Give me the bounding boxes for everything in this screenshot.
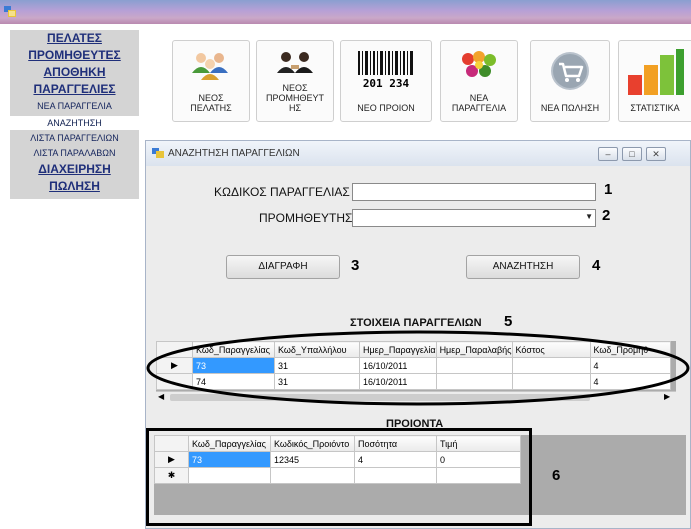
window-icon: [152, 148, 164, 161]
barcode-number: 201 234: [362, 77, 410, 90]
marker-6: 6: [552, 467, 561, 484]
produce-icon: [459, 49, 499, 84]
supplier-icon: [273, 49, 317, 82]
new-supplier-button[interactable]: ΝΕΟΣ ΠΡΟΜΗΘΕΥΤ ΗΣ: [256, 40, 334, 122]
order-code-input[interactable]: [352, 183, 596, 201]
new-customer-button[interactable]: ΝΕΟΣ ΠΕΛΑΤΗΣ: [172, 40, 250, 122]
new-sale-label: ΝΕΑ ΠΩΛΗΣΗ: [540, 103, 600, 113]
menu-item-orders[interactable]: ΠΑΡΑΓΓΕΛΙΕΣ: [10, 82, 139, 98]
menu-item-new-order[interactable]: ΝΕΑ ΠΑΡΑΓΓΕΛΙΑ: [10, 100, 139, 113]
delete-button[interactable]: ΔΙΑΓΡΑΦΗ: [226, 255, 340, 279]
menu-item-sale[interactable]: ΠΩΛΗΣΗ: [10, 179, 139, 195]
menu-item-receipts-list[interactable]: ΛΙΣΤΑ ΠΑΡΑΛΑΒΩΝ: [10, 147, 139, 160]
menu-item-orders-list[interactable]: ΛΙΣΤΑ ΠΑΡΑΓΓΕΛΙΩΝ: [10, 132, 139, 145]
marker-3: 3: [351, 257, 360, 274]
bar-chart-icon: [626, 49, 684, 98]
app-window-icon: [4, 5, 16, 17]
statistics-label: ΣΤΑΤΙΣΤΙΚΑ: [630, 103, 680, 113]
search-button[interactable]: ΑΝΑΖΗΤΗΣΗ: [466, 255, 580, 279]
menu-item-suppliers[interactable]: ΠΡΟΜΗΘΕΥΤΕΣ: [10, 48, 139, 64]
search-orders-window: ΑΝΑΖΗΤΗΣΗ ΠΑΡΑΓΓΕΛΙΩΝ – □ ✕ ΚΩΔΙΚΟΣ ΠΑΡΑ…: [145, 140, 691, 529]
people-icon: [189, 49, 233, 84]
menu-item-search[interactable]: ΑΝΑΖΗΤΗΣΗ: [10, 116, 139, 130]
supplier-label: ΠΡΟΜΗΘΕΥΤΗΣ: [259, 211, 353, 225]
new-order-label-2: ΠΑΡΑΓΓΕΛΙΑ: [451, 103, 507, 113]
side-menu: ΠΕΛΑΤΕΣ ΠΡΟΜΗΘΕΥΤΕΣ ΑΠΟΘΗΚΗ ΠΑΡΑΓΓΕΛΙΕΣ …: [10, 30, 139, 199]
menu-item-customers[interactable]: ΠΕΛΑΤΕΣ: [10, 31, 139, 47]
new-customer-label-1: ΝΕΟΣ: [198, 93, 224, 103]
new-order-button[interactable]: ΝΕΑ ΠΑΡΑΓΓΕΛΙΑ: [440, 40, 518, 122]
new-product-label: ΝΕΟ ΠΡΟΙΟΝ: [357, 103, 415, 113]
supplier-select[interactable]: ▼: [352, 209, 596, 227]
marker-4: 4: [592, 257, 601, 274]
marker-2: 2: [602, 207, 611, 224]
chevron-down-icon: ▼: [585, 212, 593, 221]
marker-1: 1: [604, 181, 613, 198]
cart-icon: [548, 51, 592, 94]
highlight-rectangle: [146, 428, 532, 526]
new-product-button[interactable]: 201 234 ΝΕΟ ΠΡΟΙΟΝ: [340, 40, 432, 122]
menu-item-management[interactable]: ΔΙΑΧΕΙΡΗΣΗ: [10, 162, 139, 178]
new-order-label-1: ΝΕΑ: [469, 93, 489, 103]
new-supplier-label-3: ΗΣ: [288, 103, 302, 113]
app-title-bar: [0, 0, 691, 24]
highlight-ellipse: [146, 330, 690, 406]
new-supplier-label-2: ΠΡΟΜΗΘΕΥΤ: [265, 93, 324, 103]
menu-item-warehouse[interactable]: ΑΠΟΘΗΚΗ: [10, 65, 139, 81]
statistics-button[interactable]: ΣΤΑΤΙΣΤΙΚΑ: [618, 40, 691, 122]
search-orders-title-bar: ΑΝΑΖΗΤΗΣΗ ΠΑΡΑΓΓΕΛΙΩΝ – □ ✕: [146, 141, 690, 166]
window-title: ΑΝΑΖΗΤΗΣΗ ΠΑΡΑΓΓΕΛΙΩΝ: [168, 148, 300, 159]
maximize-button[interactable]: □: [622, 147, 642, 161]
new-customer-label-2: ΠΕΛΑΤΗΣ: [190, 103, 232, 113]
new-sale-button[interactable]: ΝΕΑ ΠΩΛΗΣΗ: [530, 40, 610, 122]
close-button[interactable]: ✕: [646, 147, 666, 161]
order-code-label: ΚΩΔΙΚΟΣ ΠΑΡΑΓΓΕΛΙΑΣ: [214, 185, 350, 199]
minimize-button[interactable]: –: [598, 147, 618, 161]
new-supplier-label-1: ΝΕΟΣ: [282, 83, 308, 93]
